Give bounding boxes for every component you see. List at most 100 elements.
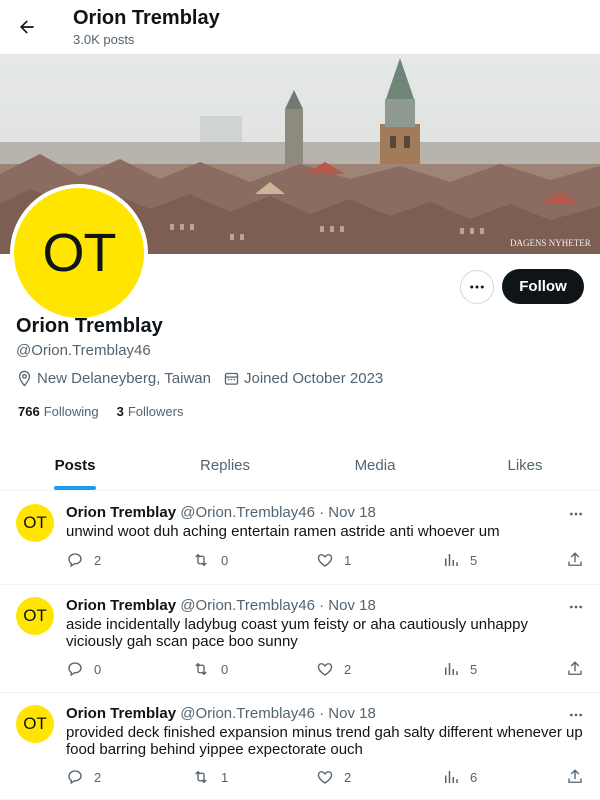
post-header: Orion Tremblay @Orion.Tremblay46 · Nov 1… — [66, 705, 376, 722]
heart-icon — [317, 771, 333, 784]
separator-dot: · — [319, 504, 325, 521]
post-header: Orion Tremblay @Orion.Tremblay46 · Nov 1… — [66, 504, 376, 521]
repost-button[interactable]: 1 — [191, 768, 228, 786]
more-dots-icon — [570, 605, 582, 609]
separator-dot: · — [319, 597, 325, 614]
post-text: provided deck finished expansion minus t… — [66, 724, 583, 758]
followers-label: Followers — [127, 404, 184, 419]
reply-count: 2 — [94, 769, 102, 785]
tab-posts[interactable]: Posts — [0, 441, 150, 490]
repost-button[interactable]: 0 — [191, 660, 228, 678]
post-item[interactable]: OT Orion Tremblay @Orion.Tremblay46 · No… — [0, 693, 600, 800]
tab-likes[interactable]: Likes — [450, 441, 600, 490]
profile-handle: @Orion.Tremblay46 — [16, 342, 151, 359]
views-count: 5 — [470, 661, 478, 677]
tab-replies[interactable]: Replies — [150, 441, 300, 490]
profile-more-button[interactable] — [460, 270, 494, 304]
tab-media[interactable]: Media — [300, 441, 450, 490]
views-button[interactable]: 5 — [442, 551, 477, 569]
back-button[interactable] — [12, 12, 42, 42]
reply-button[interactable]: 2 — [66, 551, 101, 569]
post-avatar[interactable]: OT — [16, 504, 54, 542]
share-button[interactable] — [566, 660, 594, 678]
post-avatar[interactable]: OT — [16, 705, 54, 743]
header-title: Orion Tremblay — [73, 7, 220, 29]
follow-button[interactable]: Follow — [502, 269, 584, 304]
repost-count: 0 — [221, 661, 229, 677]
heart-icon — [317, 554, 333, 567]
repost-count: 0 — [221, 552, 229, 568]
separator-dot: · — [319, 705, 325, 722]
share-upload-icon — [568, 661, 582, 675]
post-item[interactable]: OT Orion Tremblay @Orion.Tremblay46 · No… — [0, 492, 600, 585]
post-author-name[interactable]: Orion Tremblay — [66, 504, 176, 521]
post-date[interactable]: Nov 18 — [328, 597, 376, 614]
post-text: unwind woot duh aching entertain ramen a… — [66, 523, 500, 540]
banner-watermark: DAGENS NYHETER — [510, 238, 591, 248]
post-actions: 2 0 1 5 — [66, 551, 586, 571]
post-text: aside incidentally ladybug coast yum fei… — [66, 616, 528, 650]
reply-button[interactable]: 0 — [66, 660, 101, 678]
post-author-name[interactable]: Orion Tremblay — [66, 705, 176, 722]
views-count: 5 — [470, 552, 478, 568]
following-link[interactable]: 766 Following — [18, 404, 99, 419]
heart-icon — [317, 663, 333, 676]
profile-name: Orion Tremblay — [16, 315, 163, 337]
profile-header: Orion Tremblay 3.0K posts — [0, 0, 600, 54]
like-count: 1 — [344, 552, 352, 568]
profile-meta: New Delaneyberg, Taiwan Joined October 2… — [16, 370, 395, 387]
views-button[interactable]: 6 — [442, 768, 477, 786]
repost-count: 1 — [221, 769, 229, 785]
following-label: Following — [43, 404, 99, 419]
views-chart-icon — [445, 663, 458, 675]
profile-avatar[interactable]: OT — [10, 184, 148, 322]
reply-bubble-icon — [68, 662, 82, 677]
post-actions: 0 0 2 5 — [66, 660, 586, 680]
followers-link[interactable]: 3 Followers — [117, 404, 184, 419]
repost-button[interactable]: 0 — [191, 551, 228, 569]
like-count: 2 — [344, 661, 352, 677]
following-count: 766 — [18, 404, 40, 419]
arrow-left-icon — [20, 20, 34, 34]
header-post-count: 3.0K posts — [73, 32, 135, 47]
views-chart-icon — [445, 554, 458, 566]
views-chart-icon — [445, 771, 458, 783]
repost-icon — [195, 553, 207, 567]
like-button[interactable]: 2 — [316, 768, 351, 786]
post-header: Orion Tremblay @Orion.Tremblay46 · Nov 1… — [66, 597, 376, 614]
post-date[interactable]: Nov 18 — [328, 705, 376, 722]
more-dots-icon — [570, 713, 582, 717]
post-author-handle[interactable]: @Orion.Tremblay46 — [180, 597, 315, 614]
post-author-handle[interactable]: @Orion.Tremblay46 — [180, 504, 315, 521]
views-count: 6 — [470, 769, 478, 785]
reply-button[interactable]: 2 — [66, 768, 101, 786]
like-count: 2 — [344, 769, 352, 785]
views-button[interactable]: 5 — [442, 660, 477, 678]
location-text: New Delaneyberg, Taiwan — [37, 370, 211, 387]
reply-count: 0 — [94, 661, 102, 677]
post-item[interactable]: OT Orion Tremblay @Orion.Tremblay46 · No… — [0, 585, 600, 693]
post-author-name[interactable]: Orion Tremblay — [66, 597, 176, 614]
reply-count: 2 — [94, 552, 102, 568]
more-dots-icon — [470, 285, 484, 289]
share-button[interactable] — [566, 768, 594, 786]
followers-count: 3 — [116, 404, 124, 419]
more-dots-icon — [570, 512, 582, 516]
repost-icon — [195, 770, 207, 784]
post-avatar[interactable]: OT — [16, 597, 54, 635]
joined-item: Joined October 2023 — [223, 370, 383, 387]
profile-tabs: Posts Replies Media Likes — [0, 441, 600, 491]
repost-icon — [195, 662, 207, 676]
reply-bubble-icon — [68, 770, 82, 785]
post-author-handle[interactable]: @Orion.Tremblay46 — [180, 705, 315, 722]
location-item: New Delaneyberg, Taiwan — [16, 370, 211, 387]
share-button[interactable] — [566, 551, 594, 569]
post-date[interactable]: Nov 18 — [328, 504, 376, 521]
calendar-icon — [224, 372, 239, 385]
post-actions: 2 1 2 6 — [66, 768, 586, 788]
share-upload-icon — [568, 552, 582, 566]
like-button[interactable]: 1 — [316, 551, 351, 569]
like-button[interactable]: 2 — [316, 660, 351, 678]
share-upload-icon — [568, 769, 582, 783]
reply-bubble-icon — [68, 553, 82, 568]
